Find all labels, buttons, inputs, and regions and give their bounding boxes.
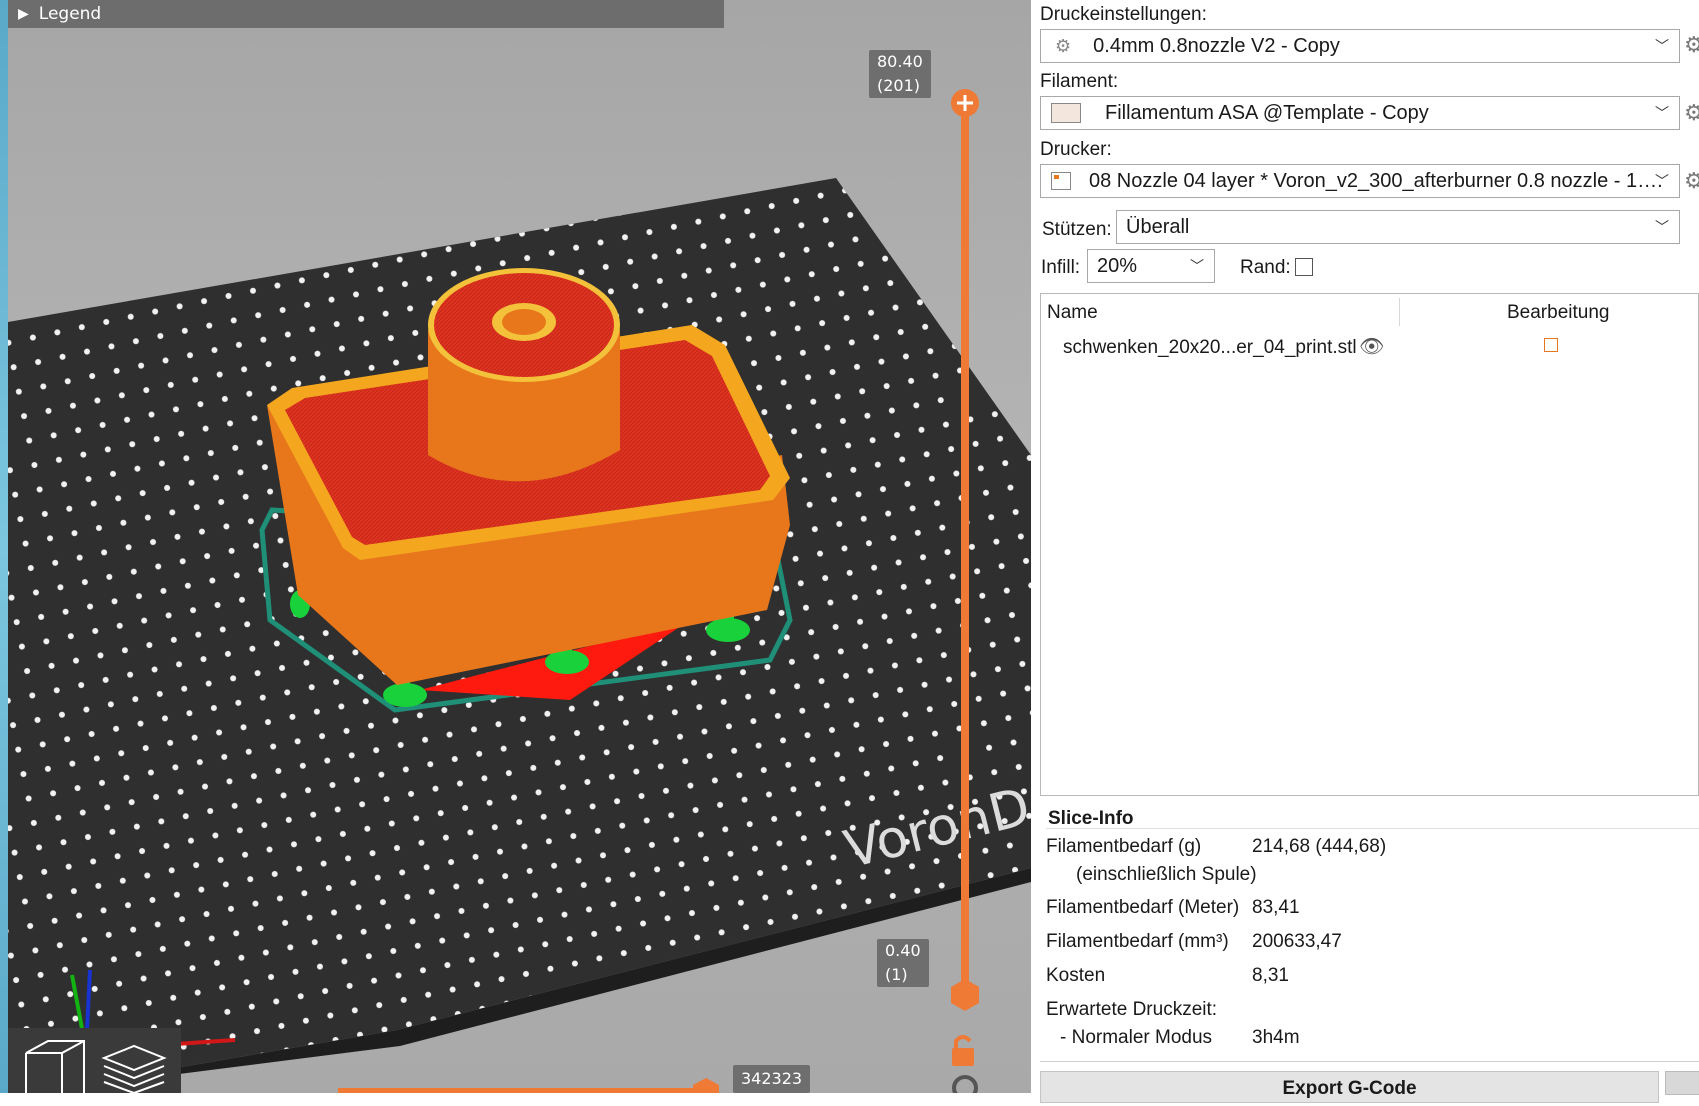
filament-m-label: Filamentbedarf (Meter): [1046, 897, 1240, 918]
horizontal-slider-track[interactable]: [338, 1088, 710, 1093]
filament-g-value: 214,68 (444,68): [1252, 836, 1387, 857]
horizontal-slider-value: 342323: [741, 1069, 803, 1088]
printer-gear-icon[interactable]: ⚙: [1684, 168, 1699, 194]
chevron-down-icon: ﹀: [1655, 105, 1669, 121]
legend-label: Legend: [38, 4, 102, 24]
filament-select[interactable]: Fillamentum ASA @Template - Copy ﹀: [1040, 96, 1680, 130]
horizontal-slider-label: 342323: [733, 1065, 811, 1093]
infill-label: Infill:: [1041, 257, 1081, 278]
chevron-down-icon: ﹀: [1655, 173, 1669, 189]
filament-label: Filament:: [1040, 71, 1119, 92]
eye-icon[interactable]: 👁: [1359, 334, 1384, 359]
settings-panel: Druckeinstellungen: ⚙ 0.4mm 0.8nozzle V2…: [1031, 0, 1699, 1103]
brim-label: Rand:: [1240, 257, 1291, 278]
supports-select[interactable]: Überall ﹀: [1116, 210, 1680, 244]
filament-gear-icon[interactable]: ⚙: [1684, 100, 1699, 126]
slider-settings-icon[interactable]: [952, 1075, 978, 1093]
list-item[interactable]: schwenken_20x20...er_04_print.stl 👁: [1041, 334, 1698, 364]
vertical-slider-bottom-handle[interactable]: [951, 979, 979, 1011]
divider: [1046, 828, 1699, 829]
object-list[interactable]: Name Bearbeitung schwenken_20x20...er_04…: [1040, 293, 1699, 796]
3d-view-icon[interactable]: [25, 1040, 85, 1093]
print-settings-label: Druckeinstellungen:: [1040, 4, 1207, 25]
slider-top-layer: (201): [877, 76, 921, 95]
normal-mode-label: - Normaler Modus: [1060, 1027, 1213, 1048]
printer-icon: [1051, 172, 1071, 190]
edit-icon[interactable]: [1544, 338, 1558, 352]
expand-triangle-icon: ▶: [18, 6, 29, 22]
send-to-printer-button[interactable]: [1665, 1071, 1699, 1095]
3d-viewport[interactable]: VoronD ▶ Legend 80.40 (201) 0.40 (1) 342…: [0, 0, 1031, 1093]
supports-value: Überall: [1126, 215, 1190, 238]
infill-select[interactable]: 20% ﹀: [1087, 249, 1215, 283]
filament-color-swatch: [1051, 103, 1081, 123]
filament-value: Fillamentum ASA @Template - Copy: [1105, 101, 1429, 124]
scene-canvas[interactable]: VoronD: [0, 0, 1031, 1093]
printer-select[interactable]: 08 Nozzle 04 layer * Voron_v2_300_afterb…: [1040, 164, 1680, 198]
slider-bottom-value: 0.40: [885, 941, 921, 960]
column-separator: [1399, 298, 1400, 326]
view-mode-buttons: [8, 1028, 181, 1093]
column-edit[interactable]: Bearbeitung: [1507, 302, 1609, 324]
filament-mm3-value: 200633,47: [1252, 931, 1342, 952]
print-settings-gear-icon[interactable]: ⚙: [1684, 32, 1699, 58]
normal-mode-value: 3h4m: [1252, 1027, 1300, 1048]
slider-bottom-label: 0.40 (1): [877, 939, 929, 987]
object-name: schwenken_20x20...er_04_print.stl: [1063, 337, 1357, 358]
chevron-down-icon: ﹀: [1190, 258, 1204, 274]
legend-toggle[interactable]: ▶ Legend: [8, 0, 724, 28]
filament-g-label: Filamentbedarf (g): [1046, 836, 1202, 857]
filament-m-value: 83,41: [1252, 897, 1300, 918]
infill-value: 20%: [1097, 254, 1138, 277]
layers-view-icon[interactable]: [101, 1044, 167, 1093]
slider-bottom-layer: (1): [885, 965, 908, 984]
divider: [1040, 1061, 1699, 1062]
printer-value: 08 Nozzle 04 layer * Voron_v2_300_afterb…: [1089, 169, 1663, 192]
print-settings-select[interactable]: ⚙ 0.4mm 0.8nozzle V2 - Copy ﹀: [1040, 29, 1680, 63]
slider-top-value: 80.40: [877, 52, 923, 71]
chevron-down-icon: ﹀: [1655, 219, 1669, 235]
supports-label: Stützen:: [1042, 219, 1112, 240]
slice-info-title: Slice-Info: [1048, 808, 1134, 829]
export-gcode-button[interactable]: Export G-Code: [1040, 1071, 1659, 1103]
object-list-header: Name Bearbeitung: [1041, 294, 1698, 330]
column-name[interactable]: Name: [1047, 302, 1098, 324]
print-time-label: Erwartete Druckzeit:: [1046, 999, 1218, 1020]
filament-mm3-label: Filamentbedarf (mm³): [1046, 931, 1229, 952]
print-settings-icon: ⚙: [1055, 35, 1072, 56]
vertical-slider-top-handle[interactable]: [951, 89, 979, 117]
chevron-down-icon: ﹀: [1655, 38, 1669, 54]
view-mode-icons: [25, 1040, 167, 1093]
cost-label: Kosten: [1046, 965, 1106, 986]
lock-icon[interactable]: [952, 1035, 974, 1066]
horizontal-slider-handle[interactable]: [693, 1078, 719, 1093]
cost-value: 8,31: [1252, 965, 1289, 986]
brim-checkbox[interactable]: [1295, 258, 1313, 276]
print-settings-value: 0.4mm 0.8nozzle V2 - Copy: [1093, 34, 1340, 57]
slider-top-label: 80.40 (201): [869, 50, 931, 98]
filament-g-sub: (einschließlich Spule): [1076, 864, 1257, 885]
printer-label: Drucker:: [1040, 139, 1112, 160]
slice-info: Slice-Info Filamentbedarf (g) 214,68 (44…: [1040, 806, 1699, 1064]
vertical-slider-track[interactable]: [961, 103, 969, 995]
